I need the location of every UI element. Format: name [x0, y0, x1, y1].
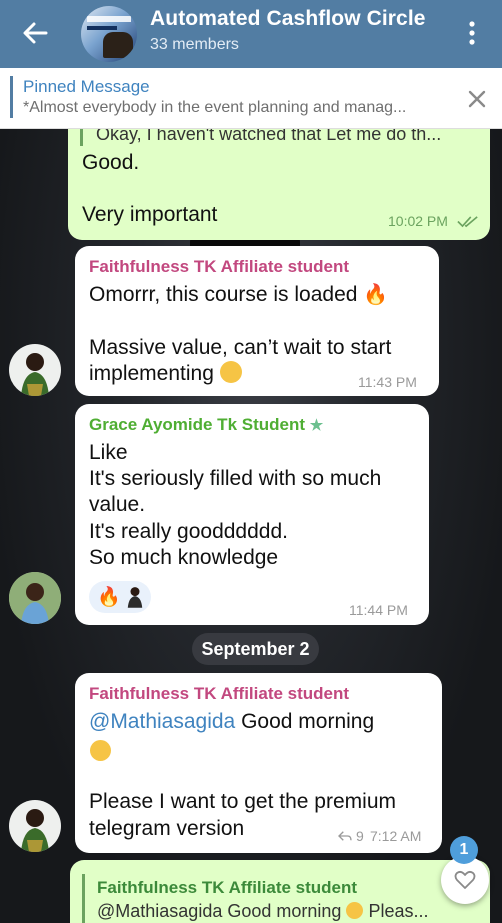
pinned-text: *Almost everybody in the event planning … [23, 99, 407, 116]
back-arrow-icon[interactable] [20, 18, 50, 48]
message-bubble-outgoing[interactable]: Faithfulness TK Affiliate student @Mathi… [70, 860, 490, 923]
message-text: Very important [82, 203, 218, 226]
message-time: 11:44 PM [349, 602, 408, 618]
group-avatar[interactable] [81, 6, 137, 62]
quoted-text-end: Pleas... [368, 901, 429, 921]
more-vertical-icon[interactable] [464, 18, 480, 48]
sender-avatar[interactable] [9, 572, 61, 624]
reply-count[interactable]: 9 [356, 828, 364, 844]
quoted-sender: Faithfulness TK Affiliate student [97, 878, 358, 897]
message-bubble-incoming[interactable]: Faithfulness TK Affiliate student @Mathi… [75, 673, 442, 853]
message-text: @Mathiasagida Good morning [89, 709, 374, 735]
reactor-avatar [127, 587, 143, 608]
reactions-chip[interactable]: 🔥 [89, 581, 151, 613]
sender-name[interactable]: Faithfulness TK Affiliate student [89, 257, 349, 277]
message-bubble-incoming[interactable]: Faithfulness TK Affiliate student Omorrr… [75, 246, 439, 396]
message-text-line: Omorrr, this course is loaded [89, 283, 358, 306]
message-text: value. [89, 493, 146, 516]
group-title[interactable]: Automated Cashflow Circle [150, 7, 426, 31]
person-icon [9, 572, 61, 624]
fire-emoji-icon: 🔥 [97, 587, 121, 608]
sender-avatar[interactable] [9, 344, 61, 396]
message-text: So much knowledge [89, 546, 279, 569]
message-time: 11:43 PM [358, 374, 417, 390]
pinned-title: Pinned Message [23, 77, 150, 96]
person-icon [21, 809, 49, 852]
unread-reactions-badge: 1 [450, 836, 478, 864]
sender-name[interactable]: Faithfulness TK Affiliate student [89, 684, 349, 704]
message-text: Omorrr, this course is loaded 🔥 [89, 282, 388, 308]
message-text: Please I want to get the premium [89, 790, 396, 813]
message-text: It's seriously filled with so much [89, 467, 382, 490]
reply-arrow-icon [338, 831, 352, 841]
message-text-line: Good morning [235, 710, 375, 733]
quoted-reply[interactable]: Okay, I haven't watched that Let me do t… [80, 126, 468, 146]
message-text-line: implementing [89, 362, 214, 385]
sender-name[interactable]: Grace Ayomide Tk Student ★ [89, 415, 323, 435]
quoted-text: @Mathiasagida Good morning Pleas... [97, 901, 428, 922]
message-text: telegram version [89, 817, 245, 840]
mention-link[interactable]: @Mathiasagida [89, 710, 235, 733]
message-time: 7:12 AM [370, 828, 422, 844]
grin-emoji-icon [346, 902, 364, 919]
fire-emoji-icon: 🔥 [363, 284, 389, 306]
close-icon[interactable] [462, 84, 492, 114]
avatar-banner [87, 16, 131, 22]
avatar-people [103, 32, 133, 58]
date-separator: September 2 [192, 633, 319, 665]
smile-emoji-icon [219, 361, 242, 383]
message-text: It's really goodddddd. [89, 520, 288, 543]
message-time: 10:02 PM [388, 213, 448, 229]
member-count[interactable]: 33 members [150, 36, 239, 54]
pinned-message-bar[interactable]: Pinned Message *Almost everybody in the … [0, 68, 502, 129]
message-text: Good. [82, 151, 140, 174]
sender-name-text: Grace Ayomide Tk Student [89, 415, 306, 434]
sender-avatar[interactable] [9, 800, 61, 852]
quoted-text-start: @Mathiasagida Good morning [97, 901, 342, 921]
message-text: Like [89, 441, 128, 464]
chat-header: Automated Cashflow Circle 33 members [0, 0, 502, 68]
pinned-indicator [10, 76, 13, 118]
grin-emoji-icon [90, 740, 111, 761]
star-badge-icon: ★ [309, 417, 324, 434]
avatar-banner-line [87, 26, 117, 30]
message-text: implementing [89, 361, 242, 387]
person-icon [21, 353, 49, 396]
message-bubble-outgoing[interactable]: Okay, I haven't watched that Let me do t… [68, 112, 490, 240]
double-check-icon [457, 216, 478, 228]
quoted-reply[interactable]: Faithfulness TK Affiliate student @Mathi… [82, 874, 478, 923]
heart-icon [454, 870, 476, 889]
message-text: Massive value, can’t wait to start [89, 336, 392, 359]
